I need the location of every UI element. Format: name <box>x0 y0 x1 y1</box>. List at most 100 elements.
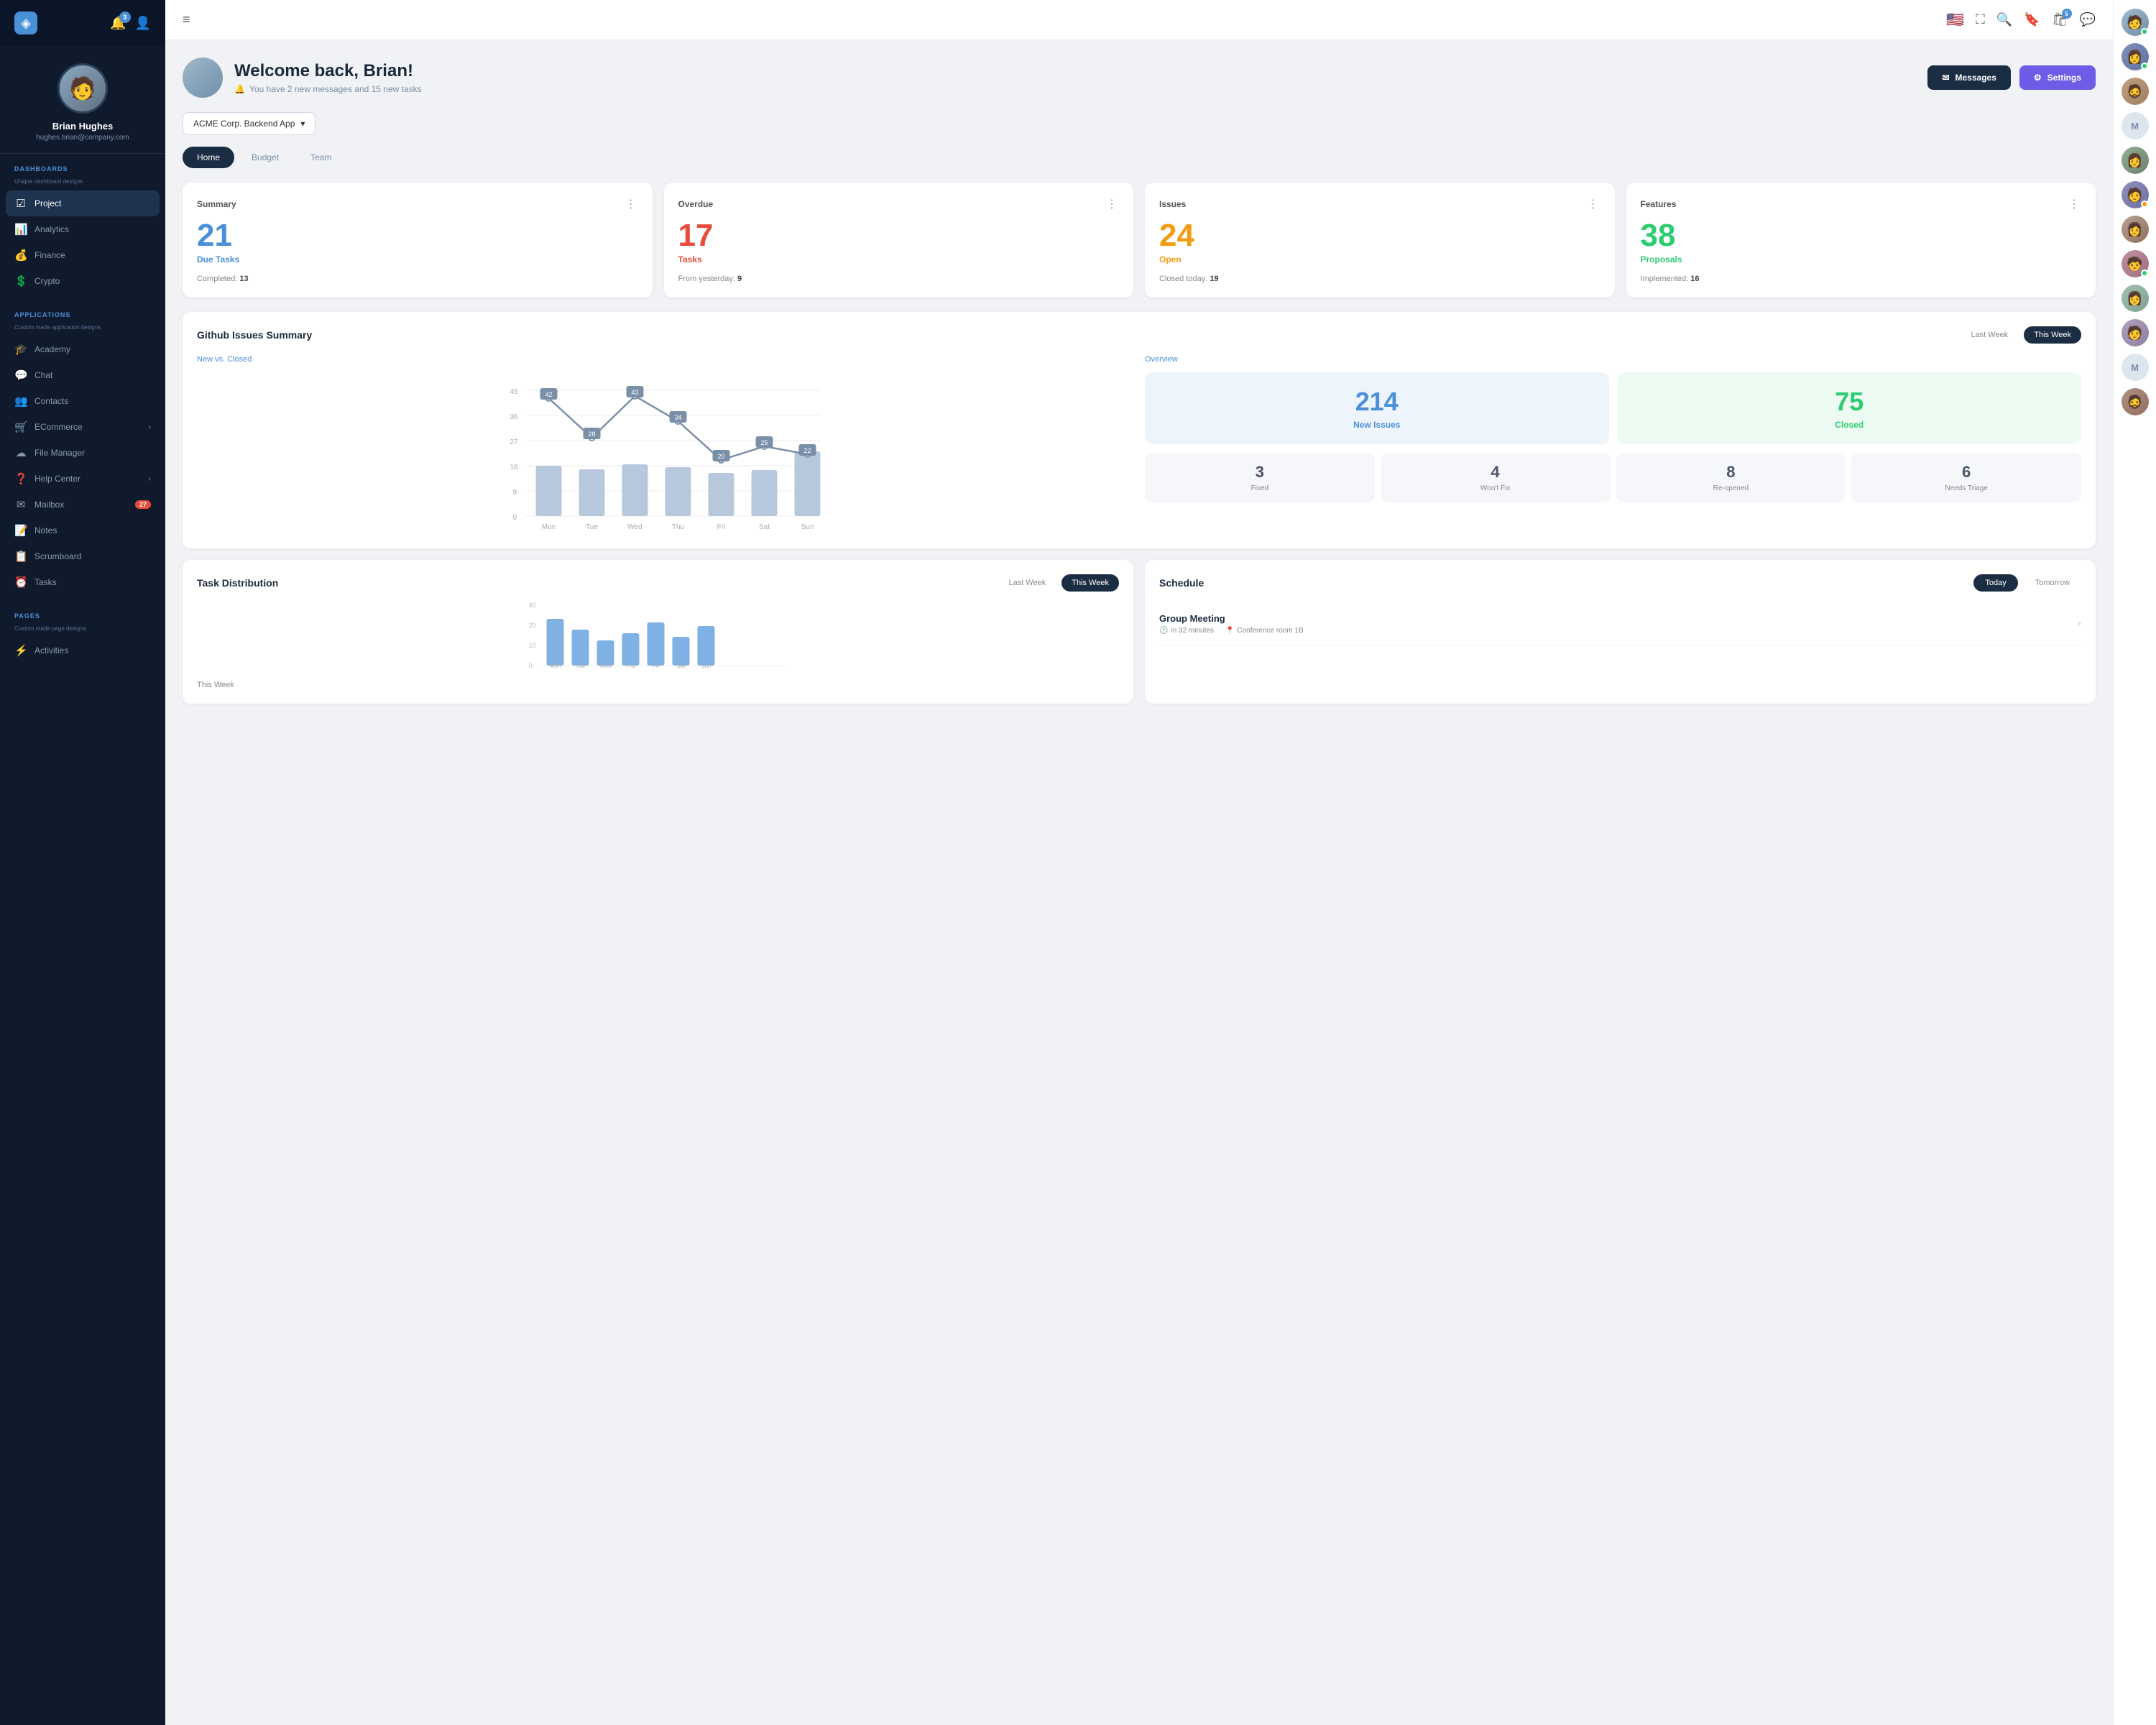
project-icon: ☑ <box>14 197 27 210</box>
fullscreen-icon[interactable]: ⛶ <box>1976 12 1985 27</box>
cart-badge: 5 <box>2062 9 2072 19</box>
user-search-icon[interactable]: 👤 <box>135 16 151 31</box>
stat-label-overdue: Tasks <box>678 254 1120 264</box>
project-selector-label: ACME Corp. Backend App <box>193 119 295 129</box>
svg-text:Sat: Sat <box>759 523 770 530</box>
search-icon[interactable]: 🔍 <box>1996 12 2012 27</box>
right-avatar-9[interactable]: 🧑 <box>2122 319 2149 346</box>
line-chart-svg: 0 9 18 27 36 45 <box>197 372 1133 530</box>
messages-icon[interactable]: 💬 <box>2080 12 2096 27</box>
main-content: ≡ 🇺🇸 ⛶ 🔍 🔖 🛍 5 💬 Welcome back, Brian! 🔔 <box>165 0 2113 1725</box>
stat-menu-features[interactable]: ⋮ <box>2068 197 2081 211</box>
sidebar-item-label: Mailbox <box>34 500 64 510</box>
sidebar-item-scrumboard[interactable]: 📋 Scrumboard <box>0 543 165 569</box>
sidebar-item-helpcenter[interactable]: ❓ Help Center › <box>0 466 165 492</box>
tab-budget[interactable]: Budget <box>237 147 293 168</box>
github-week-toggle: Last Week This Week <box>1961 326 2081 344</box>
schedule-card: Schedule Today Tomorrow Group Meeting 🕐 … <box>1145 560 2096 704</box>
mini-stat-reopened: 8 Re-opened <box>1616 453 1846 502</box>
stat-card-features: Features ⋮ 38 Proposals Implemented: 16 <box>1626 183 2096 298</box>
topbar-left: ≡ <box>183 12 190 27</box>
stat-number-features: 38 <box>1641 220 2082 252</box>
activities-icon: ⚡ <box>14 644 27 657</box>
sidebar-item-analytics[interactable]: 📊 Analytics <box>0 216 165 242</box>
filemanager-icon: ☁ <box>14 446 27 459</box>
task-dist-this-week-btn[interactable]: This Week <box>1061 574 1119 592</box>
right-avatar-6[interactable]: 👩 <box>2122 216 2149 243</box>
schedule-arrow-icon[interactable]: › <box>2078 617 2081 630</box>
sidebar-item-label: Activities <box>34 645 68 656</box>
sidebar-item-ecommerce[interactable]: 🛒 ECommerce › <box>0 414 165 440</box>
location-icon: 📍 <box>1225 627 1234 635</box>
tab-team[interactable]: Team <box>296 147 346 168</box>
overview-closed: 75 Closed <box>1618 372 2082 444</box>
svg-text:Wed: Wed <box>599 663 611 669</box>
right-avatar-m1[interactable]: M <box>2122 112 2149 139</box>
github-this-week-btn[interactable]: This Week <box>2024 326 2081 344</box>
bookmark-icon[interactable]: 🔖 <box>2024 12 2040 27</box>
sidebar-item-mailbox[interactable]: ✉ Mailbox 27 <box>0 492 165 518</box>
clock-icon: 🕐 <box>1159 627 1168 635</box>
overview-cards: 214 New Issues 75 Closed <box>1145 372 2081 444</box>
right-avatar-3[interactable]: 🧔 <box>2122 78 2149 105</box>
settings-button[interactable]: ⚙ Settings <box>2019 65 2096 90</box>
sidebar-item-academy[interactable]: 🎓 Academy <box>0 336 165 362</box>
right-avatar-8[interactable]: 👩 <box>2122 285 2149 312</box>
right-avatar-2[interactable]: 👩 <box>2122 43 2149 70</box>
sidebar-item-label: Help Center <box>34 474 80 484</box>
cart-icon[interactable]: 🛍 5 <box>2052 12 2068 27</box>
right-avatar-1[interactable]: 🧑 <box>2122 9 2149 36</box>
scrumboard-icon: 📋 <box>14 550 27 563</box>
flag-icon[interactable]: 🇺🇸 <box>1946 11 1964 29</box>
right-avatar-m2[interactable]: M <box>2122 354 2149 381</box>
svg-text:Sun: Sun <box>701 663 711 669</box>
nav-section-label-pages: PAGES <box>0 612 165 625</box>
chart-subtitle: New vs. Closed <box>197 355 1133 364</box>
sidebar-item-crypto[interactable]: 💲 Crypto <box>0 268 165 294</box>
notifications-icon[interactable]: 🔔 3 <box>110 16 126 31</box>
gear-icon: ⚙ <box>2034 73 2042 83</box>
sidebar-item-notes[interactable]: 📝 Notes <box>0 518 165 543</box>
right-avatar-10[interactable]: 🧔 <box>2122 388 2149 415</box>
nav-dashboards: DASHBOARDS Unique dashboard designs ☑ Pr… <box>0 154 165 300</box>
sidebar-item-label: Tasks <box>34 577 57 587</box>
right-avatar-5[interactable]: 🧑 <box>2122 181 2149 208</box>
stats-row: Summary ⋮ 21 Due Tasks Completed: 13 Ove… <box>183 183 2096 298</box>
svg-text:45: 45 <box>510 388 519 396</box>
task-dist-last-week-btn[interactable]: Last Week <box>998 574 1056 592</box>
sidebar-item-tasks[interactable]: ⏰ Tasks <box>0 569 165 595</box>
svg-text:Tue: Tue <box>576 663 586 669</box>
sidebar-item-label: Analytics <box>34 224 69 234</box>
tab-home[interactable]: Home <box>183 147 234 168</box>
right-avatar-7[interactable]: 🧒 <box>2122 250 2149 277</box>
stat-menu-summary[interactable]: ⋮ <box>625 197 638 211</box>
stat-footer-features: Implemented: 16 <box>1641 275 2082 283</box>
chevron-down-icon: ▾ <box>300 119 305 129</box>
schedule-tomorrow-btn[interactable]: Tomorrow <box>2024 574 2081 592</box>
overview-area: Overview 214 New Issues 75 Closed <box>1145 355 2081 534</box>
messages-button[interactable]: ✉ Messages <box>1927 65 2010 90</box>
task-dist-svg: 0 10 20 40 Mon Tue Wed <box>197 597 1119 669</box>
sidebar-item-chat[interactable]: 💬 Chat <box>0 362 165 388</box>
sidebar-item-finance[interactable]: 💰 Finance <box>0 242 165 268</box>
bottom-row: Task Distribution Last Week This Week 0 … <box>183 560 2096 704</box>
sidebar-item-filemanager[interactable]: ☁ File Manager <box>0 440 165 466</box>
project-selector[interactable]: ACME Corp. Backend App ▾ <box>183 112 315 135</box>
schedule-today-btn[interactable]: Today <box>1973 574 2017 592</box>
stat-menu-issues[interactable]: ⋮ <box>1588 197 1600 211</box>
github-last-week-btn[interactable]: Last Week <box>1961 326 2018 344</box>
profile-name: Brian Hughes <box>52 121 114 132</box>
hamburger-icon[interactable]: ≡ <box>183 12 190 27</box>
sidebar-item-contacts[interactable]: 👥 Contacts <box>0 388 165 414</box>
sidebar-item-project[interactable]: ☑ Project <box>6 190 160 216</box>
sidebar-header-icons: 🔔 3 👤 <box>110 16 151 31</box>
notes-icon: 📝 <box>14 524 27 537</box>
right-avatar-4[interactable]: 👩 <box>2122 147 2149 174</box>
contacts-icon: 👥 <box>14 395 27 408</box>
topbar-right: 🇺🇸 ⛶ 🔍 🔖 🛍 5 💬 <box>1946 11 2096 29</box>
stat-menu-overdue[interactable]: ⋮ <box>1106 197 1119 211</box>
app-logo[interactable]: ◈ <box>14 12 37 34</box>
sidebar-item-activities[interactable]: ⚡ Activities <box>0 638 165 663</box>
stat-label-issues: Open <box>1159 254 1600 264</box>
mini-num-fixed: 3 <box>1152 463 1368 482</box>
